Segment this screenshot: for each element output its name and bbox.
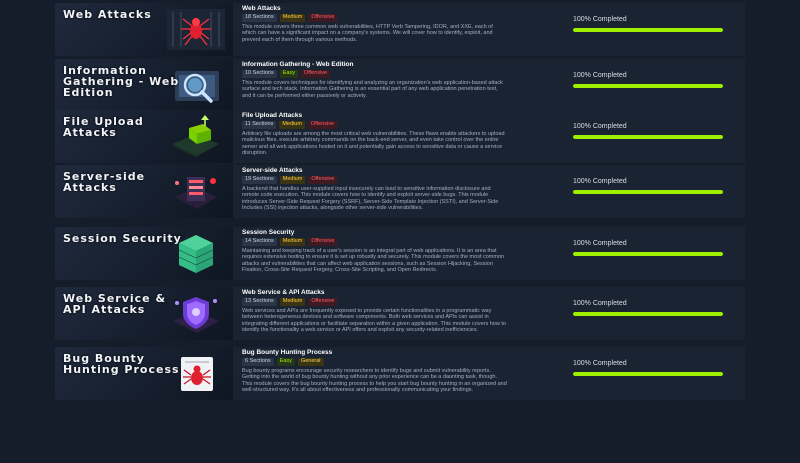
module-title[interactable]: Web Attacks bbox=[242, 5, 507, 13]
sections-badge: 14 Sections bbox=[242, 238, 277, 246]
module-thumbnail: File Upload Attacks bbox=[55, 110, 233, 163]
module-thumbnail: Web Attacks bbox=[55, 3, 233, 56]
module-title[interactable]: Information Gathering - Web Edition bbox=[242, 61, 507, 69]
difficulty-badge: Medium bbox=[279, 121, 305, 129]
module-badges: 6 Sections Easy General bbox=[242, 358, 507, 366]
module-description: Maintaining and keeping track of a user'… bbox=[242, 248, 505, 273]
sections-badge: 11 Sections bbox=[242, 121, 277, 129]
module-card[interactable]: Bug Bounty Hunting Process Bug Bounty Hu… bbox=[55, 347, 745, 400]
module-progress: 100% Completed bbox=[573, 177, 723, 194]
module-progress: 100% Completed bbox=[573, 71, 723, 88]
module-title[interactable]: Web Service & API Attacks bbox=[242, 289, 507, 297]
module-card[interactable]: Server-side Attacks Server-side Attacks … bbox=[55, 165, 745, 218]
category-badge: Offensive bbox=[308, 298, 338, 306]
module-thumbnail: Session Security bbox=[55, 227, 233, 280]
module-progress: 100% Completed bbox=[573, 359, 723, 376]
thumbnail-title: File Upload Attacks bbox=[63, 115, 144, 139]
difficulty-badge: Easy bbox=[279, 70, 298, 78]
progress-label: 100% Completed bbox=[573, 16, 627, 23]
sections-badge: 6 Sections bbox=[242, 358, 274, 366]
module-info: Web Service & API Attacks 13 Sections Me… bbox=[242, 289, 507, 333]
module-progress: 100% Completed bbox=[573, 239, 723, 256]
module-progress: 100% Completed bbox=[573, 15, 723, 32]
module-title[interactable]: Bug Bounty Hunting Process bbox=[242, 349, 507, 357]
module-title[interactable]: Session Security bbox=[242, 229, 507, 237]
progress-bar bbox=[573, 252, 723, 256]
thumbnail-title: Session Security bbox=[63, 232, 182, 245]
module-thumbnail: Bug Bounty Hunting Process bbox=[55, 347, 233, 400]
module-info: Server-side Attacks 19 Sections Medium O… bbox=[242, 167, 507, 211]
sections-badge: 19 Sections bbox=[242, 176, 277, 184]
module-card[interactable]: File Upload Attacks File Upload Attacks … bbox=[55, 110, 745, 163]
module-description: This module covers three common web vuln… bbox=[242, 24, 493, 43]
difficulty-badge: Medium bbox=[279, 238, 306, 246]
module-title[interactable]: Server-side Attacks bbox=[242, 167, 507, 175]
sections-badge: 18 Sections bbox=[242, 14, 277, 22]
module-thumbnail: Information Gathering - Web Edition bbox=[55, 59, 233, 112]
progress-bar-fill bbox=[573, 28, 723, 32]
category-badge: Offensive bbox=[300, 70, 331, 78]
module-description: Web services and APIs are frequently exp… bbox=[242, 308, 506, 333]
module-badges: 19 Sections Medium Offensive bbox=[242, 176, 507, 184]
module-description: Arbitrary file uploads are among the mos… bbox=[242, 131, 505, 156]
category-badge: Offensive bbox=[308, 14, 338, 22]
difficulty-badge: Medium bbox=[279, 298, 306, 306]
thumbnail-title: Server-side Attacks bbox=[63, 170, 146, 194]
progress-label: 100% Completed bbox=[573, 360, 627, 367]
module-info: File Upload Attacks 11 Sections Medium O… bbox=[242, 112, 507, 156]
module-info: Information Gathering - Web Edition 10 S… bbox=[242, 61, 507, 99]
module-info: Session Security 14 Sections Medium Offe… bbox=[242, 229, 507, 273]
progress-bar bbox=[573, 28, 723, 32]
progress-bar-fill bbox=[573, 312, 723, 316]
progress-label: 100% Completed bbox=[573, 240, 627, 247]
module-thumbnail: Server-side Attacks bbox=[55, 165, 233, 218]
module-badges: 10 Sections Easy Offensive bbox=[242, 70, 507, 78]
progress-label: 100% Completed bbox=[573, 178, 627, 185]
module-description: Bug bounty programs encourage security r… bbox=[242, 368, 507, 393]
module-thumbnail: Web Service & API Attacks bbox=[55, 287, 233, 340]
module-description: A backend that handles user-supplied inp… bbox=[242, 186, 499, 211]
difficulty-badge: Medium bbox=[279, 176, 306, 184]
progress-bar bbox=[573, 190, 723, 194]
progress-bar bbox=[573, 135, 723, 139]
module-card[interactable]: Web Service & API Attacks Web Service & … bbox=[55, 287, 745, 340]
thumbnail-title: Bug Bounty Hunting Process bbox=[63, 352, 180, 376]
difficulty-badge: Easy bbox=[276, 358, 295, 366]
progress-label: 100% Completed bbox=[573, 72, 627, 79]
module-card[interactable]: Web Attacks Web Attacks 18 Sections Medi bbox=[55, 3, 745, 56]
progress-bar bbox=[573, 312, 723, 316]
progress-bar-fill bbox=[573, 372, 723, 376]
module-description: This module covers techniques for identi… bbox=[242, 80, 503, 99]
module-info: Web Attacks 18 Sections Medium Offensive… bbox=[242, 5, 507, 43]
module-badges: 13 Sections Medium Offensive bbox=[242, 298, 507, 306]
module-badges: 14 Sections Medium Offensive bbox=[242, 238, 507, 246]
module-info: Bug Bounty Hunting Process 6 Sections Ea… bbox=[242, 349, 507, 393]
category-badge: Offensive bbox=[308, 176, 338, 184]
thumbnail-title: Web Attacks bbox=[63, 8, 152, 21]
module-badges: 18 Sections Medium Offensive bbox=[242, 14, 507, 22]
progress-bar-fill bbox=[573, 84, 723, 88]
module-progress: 100% Completed bbox=[573, 122, 723, 139]
progress-bar-fill bbox=[573, 135, 723, 139]
sections-badge: 13 Sections bbox=[242, 298, 277, 306]
module-badges: 11 Sections Medium Offensive bbox=[242, 121, 507, 129]
progress-label: 100% Completed bbox=[573, 300, 627, 307]
progress-label: 100% Completed bbox=[573, 123, 627, 130]
progress-bar bbox=[573, 372, 723, 376]
difficulty-badge: Medium bbox=[279, 14, 306, 22]
module-card[interactable]: Session Security Session Security 14 Sec… bbox=[55, 227, 745, 280]
module-progress: 100% Completed bbox=[573, 299, 723, 316]
sections-badge: 10 Sections bbox=[242, 70, 277, 78]
module-title[interactable]: File Upload Attacks bbox=[242, 112, 507, 120]
category-badge: General bbox=[297, 358, 324, 366]
category-badge: Offensive bbox=[308, 238, 338, 246]
thumbnail-title: Web Service & API Attacks bbox=[63, 292, 167, 316]
module-card[interactable]: Information Gathering - Web Edition Info… bbox=[55, 59, 745, 112]
progress-bar bbox=[573, 84, 723, 88]
progress-bar-fill bbox=[573, 252, 723, 256]
progress-bar-fill bbox=[573, 190, 723, 194]
thumbnail-title: Information Gathering - Web Edition bbox=[63, 64, 180, 99]
category-badge: Offensive bbox=[307, 121, 338, 129]
